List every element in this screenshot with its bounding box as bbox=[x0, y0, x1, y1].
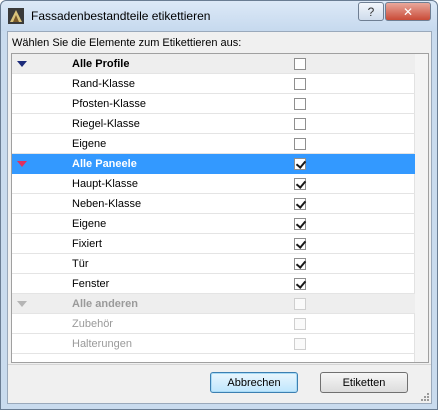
expand-triangle-icon[interactable] bbox=[16, 60, 28, 68]
row-checkbox[interactable] bbox=[294, 238, 306, 250]
list-item[interactable]: Rand-Klasse bbox=[12, 74, 415, 94]
close-icon: ✕ bbox=[402, 4, 414, 19]
row-label: Alle Profile bbox=[72, 57, 130, 70]
row-checkbox[interactable] bbox=[294, 178, 306, 190]
dialog-window: Fassadenbestandteile etikettieren ? ✕ Wä… bbox=[0, 0, 438, 410]
close-button[interactable]: ✕ bbox=[385, 2, 431, 21]
row-checkbox[interactable] bbox=[294, 298, 306, 310]
instruction-label: Wählen Sie die Elemente zum Etikettieren… bbox=[12, 37, 242, 49]
row-checkbox[interactable] bbox=[294, 318, 306, 330]
dialog-body: Wählen Sie die Elemente zum Etikettieren… bbox=[7, 31, 432, 404]
list-item[interactable]: Eigene bbox=[12, 214, 415, 234]
row-label: Riegel-Klasse bbox=[72, 117, 140, 130]
row-label: Fenster bbox=[72, 277, 110, 290]
row-checkbox[interactable] bbox=[294, 98, 306, 110]
expand-triangle-icon[interactable] bbox=[16, 300, 28, 308]
row-checkbox[interactable] bbox=[294, 78, 306, 90]
row-label: Neben-Klasse bbox=[72, 197, 142, 210]
footer-divider bbox=[8, 364, 431, 365]
group-row[interactable]: Alle Profile bbox=[12, 54, 415, 74]
cancel-button[interactable]: Abbrechen bbox=[210, 372, 298, 393]
help-icon: ? bbox=[367, 4, 375, 19]
row-label: Tür bbox=[72, 257, 89, 270]
list-item[interactable]: Halterungen bbox=[12, 334, 415, 354]
list-item[interactable]: Riegel-Klasse bbox=[12, 114, 415, 134]
list-item[interactable]: Tür bbox=[12, 254, 415, 274]
row-checkbox[interactable] bbox=[294, 258, 306, 270]
row-checkbox[interactable] bbox=[294, 58, 306, 70]
label-button[interactable]: Etiketten bbox=[320, 372, 408, 393]
row-label: Rand-Klasse bbox=[72, 77, 135, 90]
row-checkbox[interactable] bbox=[294, 118, 306, 130]
row-label: Alle anderen bbox=[72, 297, 139, 310]
list-item[interactable]: Fixiert bbox=[12, 234, 415, 254]
list-item[interactable]: Haupt-Klasse bbox=[12, 174, 415, 194]
row-label: Haupt-Klasse bbox=[72, 177, 139, 190]
row-label: Eigene bbox=[72, 137, 107, 150]
list-item[interactable]: Zubehör bbox=[12, 314, 415, 334]
row-checkbox[interactable] bbox=[294, 138, 306, 150]
row-label: Alle Paneele bbox=[72, 157, 137, 170]
help-button[interactable]: ? bbox=[358, 2, 384, 21]
group-row[interactable]: Alle anderen bbox=[12, 294, 415, 314]
list-item[interactable]: Pfosten-Klasse bbox=[12, 94, 415, 114]
row-checkbox[interactable] bbox=[294, 158, 306, 170]
row-label: Pfosten-Klasse bbox=[72, 97, 146, 110]
list-item[interactable]: Eigene bbox=[12, 134, 415, 154]
row-label: Zubehör bbox=[72, 317, 113, 330]
window-title: Fassadenbestandteile etikettieren bbox=[31, 9, 211, 23]
element-list[interactable]: Alle Profile Rand-Klasse Pfosten-Klasse Rie… bbox=[11, 53, 429, 363]
row-checkbox[interactable] bbox=[294, 338, 306, 350]
app-icon bbox=[8, 8, 24, 24]
resize-grip-icon[interactable] bbox=[419, 391, 429, 401]
row-checkbox[interactable] bbox=[294, 218, 306, 230]
row-checkbox[interactable] bbox=[294, 198, 306, 210]
row-label: Eigene bbox=[72, 217, 107, 230]
row-label: Fixiert bbox=[72, 237, 102, 250]
list-scrollbar[interactable] bbox=[414, 54, 428, 362]
row-checkbox[interactable] bbox=[294, 278, 306, 290]
list-item[interactable]: Fenster bbox=[12, 274, 415, 294]
expand-triangle-icon[interactable] bbox=[16, 160, 28, 168]
row-label: Halterungen bbox=[72, 337, 132, 350]
title-bar[interactable]: Fassadenbestandteile etikettieren ? ✕ bbox=[1, 1, 437, 31]
group-row[interactable]: Alle Paneele bbox=[12, 154, 415, 174]
list-item[interactable]: Neben-Klasse bbox=[12, 194, 415, 214]
